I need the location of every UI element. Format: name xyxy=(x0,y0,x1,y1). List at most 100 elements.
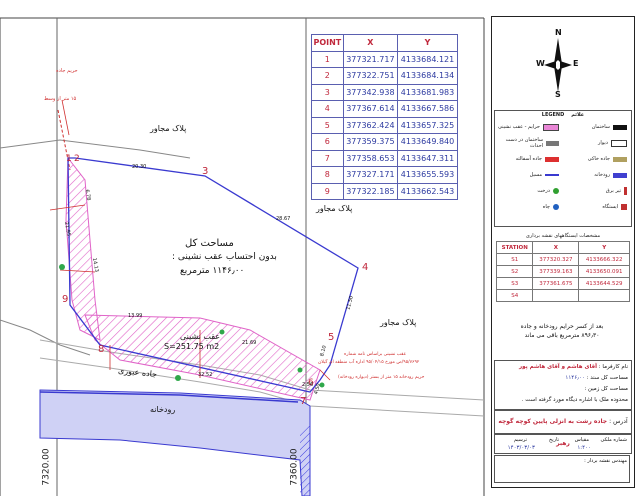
cell-y: 4133666.322 xyxy=(578,253,630,266)
cell-y: 4133667.586 xyxy=(397,100,458,118)
table-row: S4 xyxy=(495,289,630,302)
point-label-4: 4 xyxy=(362,262,369,273)
cell-x: 377359.375 xyxy=(342,133,399,151)
legend-item: حرایم - عقب نشینی xyxy=(498,123,559,131)
legend-label: ساختمان در دست احداث xyxy=(505,137,544,149)
cell-x: 377367.614 xyxy=(342,100,399,118)
cell-station: S2 xyxy=(495,265,534,278)
table-row: 5 377362.424 4133657.325 xyxy=(311,116,458,134)
legend-item: جاده آسفالته xyxy=(516,155,559,163)
cell-point: 2 xyxy=(311,67,344,85)
legend-swatch xyxy=(553,204,559,210)
north-arrow: N S W E xyxy=(536,28,578,100)
cell-x: 377322.185 xyxy=(342,182,399,200)
table-row: 1 377321.717 4133684.121 xyxy=(311,50,458,68)
cell-y: 4133649.840 xyxy=(397,133,458,151)
cell-y xyxy=(578,289,630,302)
legend-swatch xyxy=(545,174,559,176)
cell-x: 377322.751 xyxy=(342,67,399,85)
doc-area-value: ۱۱۴۶٫۰۰ xyxy=(565,375,585,381)
cell-station: S3 xyxy=(495,277,534,290)
legend-label: درخت xyxy=(537,188,550,194)
cell-y: 4133650.091 xyxy=(578,265,630,278)
table-row: 4 377367.614 4133667.586 xyxy=(311,100,458,118)
cell-x: 377327.171 xyxy=(342,166,399,184)
dist-label-1: 20.30 xyxy=(132,164,147,170)
legend-swatch xyxy=(624,187,627,195)
sign-block: شماره ملکی مقیاس تاریخ ترسیم ۱:۴۰۰ ۱۴۰۳/… xyxy=(494,434,632,454)
cell-y: 4133681.983 xyxy=(397,83,458,101)
legend-label: رودخانه xyxy=(594,172,610,178)
legend-item: ایستگاه xyxy=(602,203,627,211)
point-label-1: 1 xyxy=(66,154,72,164)
owner-label: نام کارفرما : xyxy=(598,364,628,370)
dist-label-2: 28.67 xyxy=(276,216,291,222)
table-row: 7 377358.653 4133647.311 xyxy=(311,149,458,167)
legend-item: چاه xyxy=(543,203,559,211)
table-row: 2 377322.751 4133684.134 xyxy=(311,67,458,85)
cell-y: 4133684.121 xyxy=(397,50,458,68)
legend-title-fa: علائم xyxy=(571,112,585,118)
setback-area-bottom xyxy=(84,314,321,401)
cell-x: 377339.163 xyxy=(532,265,580,278)
legend-item: جاده خاکی xyxy=(588,155,627,163)
sign-date: ۱۴۰۳/۰۳/۰۳ xyxy=(507,445,535,451)
setback-note-1: عقب نشینی براساس نامه شماره xyxy=(344,352,407,357)
legend-label: حرایم - عقب نشینی xyxy=(498,124,540,130)
col-header-y: Y xyxy=(578,241,630,254)
col-header-y: Y xyxy=(397,34,458,52)
legend-item: ساختمان xyxy=(592,123,627,131)
area-title: مساحت کل xyxy=(185,238,234,249)
table-row: 9 377322.185 4133662.543 xyxy=(311,182,458,200)
table-row: S3 377361.675 4133644.529 xyxy=(495,277,630,290)
dist-label-5: 13.99 xyxy=(128,313,143,319)
sign-scale: ۱:۴۰۰ xyxy=(577,445,591,451)
summary-line-1: بعد از کسر حرایم رودخانه و جاده xyxy=(520,323,604,330)
compass-n: N xyxy=(555,28,562,37)
point-label-9: 9 xyxy=(62,294,69,305)
summary-line-2: ۸۹۶٫۳۰ مترمربع باقی می ماند xyxy=(524,332,600,339)
cell-y: 4133657.325 xyxy=(397,116,458,134)
legend-item: تیر برق xyxy=(606,187,627,195)
grid-label-left: 7320.00 xyxy=(41,448,52,486)
control-table-title: مشخصات ایستگاههای نقشه برداری xyxy=(525,233,601,239)
legend-swatch xyxy=(613,172,627,178)
legend-item: مسیل xyxy=(530,171,559,179)
legend-item: ساختمان در دست احداث xyxy=(495,137,559,149)
legend-swatch xyxy=(613,156,627,162)
legend-swatch xyxy=(545,156,559,162)
doc-area-label: مساحت کل سند : xyxy=(586,375,628,381)
cell-x: 377342.938 xyxy=(342,83,399,101)
legend-label: ساختمان xyxy=(591,124,610,130)
sign-col-3: تاریخ xyxy=(549,437,559,443)
cell-station: S4 xyxy=(495,289,534,302)
cell-y: 4133662.543 xyxy=(397,182,458,200)
sign-col-2: مقیاس xyxy=(574,437,589,443)
project-info: نام کارفرما : آقای هاشم و آقای هاشم پور … xyxy=(494,360,632,410)
cell-point: 7 xyxy=(311,149,344,167)
cell-x: 377361.675 xyxy=(532,277,580,290)
setback-note-2: ۹۵/۷۶۹۲/ص مورخ ۹۵/۰۴/۱۵ اداره آب منطقه ا… xyxy=(318,360,420,365)
grid-label-right: 7360.00 xyxy=(289,448,300,486)
buffer-note-2: ۱۵ متر از وسط xyxy=(44,96,77,102)
table-row: S2 377339.163 4133650.091 xyxy=(495,265,630,278)
legend-swatch xyxy=(613,124,627,130)
neighbor-mid-label: پلاک مجاور xyxy=(316,204,353,213)
table-row: 8 377327.171 4133655.593 xyxy=(311,166,458,184)
legend-title: LEGEND xyxy=(541,112,565,118)
cell-y: 4133644.529 xyxy=(578,277,630,290)
setback-note-3: حریم رودخانه ۱۵ متر از بستر (دیواره رودخ… xyxy=(338,375,425,380)
boundary-note: محدوده ملک با اشاره دیگاه مورد گرفته است… xyxy=(521,397,628,403)
cell-point: 8 xyxy=(311,166,344,184)
cell-y: 4133684.134 xyxy=(397,67,458,85)
cell-x xyxy=(532,289,580,302)
cell-point: 5 xyxy=(311,116,344,134)
legend-swatch xyxy=(611,139,627,147)
col-header-station: STATION xyxy=(495,241,534,254)
point-label-3: 3 xyxy=(202,166,209,177)
col-header-x: X xyxy=(342,34,399,52)
sign-col-4: ترسیم xyxy=(513,437,527,443)
table-row: 6 377359.375 4133649.840 xyxy=(311,133,458,151)
dist-label-12: 2.56 xyxy=(302,382,314,388)
legend-label: مسیل xyxy=(529,172,542,178)
